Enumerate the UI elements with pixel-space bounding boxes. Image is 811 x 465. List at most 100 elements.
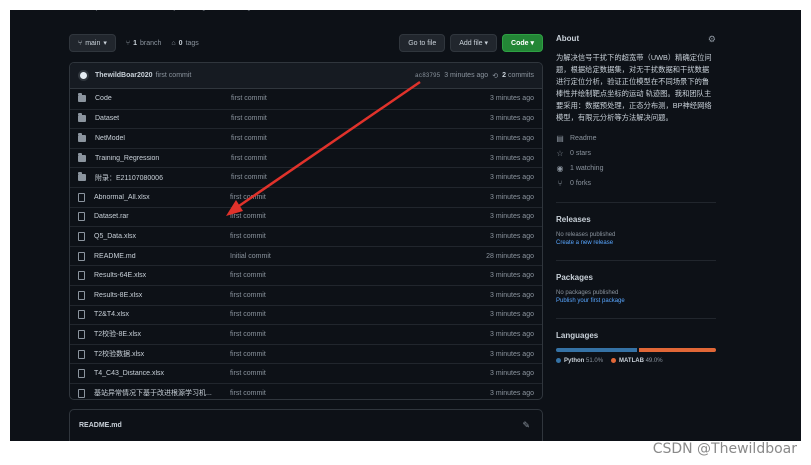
- sidebar: About ⚙ 为解决信号干扰下的超宽带（UWB）精确定位问题，根据给定数据集，…: [556, 34, 716, 364]
- latest-commit-bar: ThewildBoar2020 first commit ac83795 3 m…: [70, 63, 542, 89]
- file-commit-time: 3 minutes ago: [490, 154, 534, 162]
- nav-tab[interactable]: Projects: [85, 10, 110, 16]
- file-name[interactable]: T4_C43_Distance.xlsx: [94, 370, 230, 377]
- file-commit-message[interactable]: first commit: [230, 311, 474, 318]
- readme-link-label: Readme: [570, 135, 597, 142]
- file-commit-message[interactable]: first commit: [231, 115, 474, 122]
- divider: [556, 318, 716, 319]
- nav-tab[interactable]: Actions: [48, 10, 71, 16]
- file-commit-message[interactable]: Initial commit: [230, 253, 474, 260]
- readme-title[interactable]: README.md: [79, 422, 122, 429]
- publish-package-link[interactable]: Publish your first package: [556, 298, 716, 304]
- file-row[interactable]: Dataset first commit 3 minutes ago: [70, 108, 542, 129]
- branches-label: branch: [140, 39, 162, 47]
- file-commit-message[interactable]: first commit: [230, 233, 474, 240]
- file-name[interactable]: T2校验-8E.xlsx: [94, 329, 230, 339]
- language-percent: 49.0%: [645, 358, 663, 365]
- language-name: MATLAB: [619, 358, 644, 365]
- create-release-link[interactable]: Create a new release: [556, 240, 716, 246]
- add-file-button[interactable]: Add file ▾: [450, 34, 498, 52]
- file-row[interactable]: Code first commit 3 minutes ago: [70, 89, 542, 109]
- commit-author[interactable]: ThewildBoar2020: [95, 72, 153, 79]
- forks-link[interactable]: ⑂ 0 forks: [556, 179, 716, 188]
- stars-link[interactable]: ☆ 0 stars: [556, 149, 716, 158]
- file-row[interactable]: Dataset.rar first commit 3 minutes ago: [70, 206, 542, 227]
- file-icon: [78, 192, 85, 202]
- avatar[interactable]: [78, 70, 89, 81]
- branch-bar: ⑂ main ▾ ⑂ 1 branch ⌂ 0 tags Go to file …: [69, 34, 543, 52]
- tags-link[interactable]: ⌂ 0 tags: [171, 40, 198, 47]
- commit-message[interactable]: first commit: [156, 72, 192, 79]
- packages-heading[interactable]: Packages: [556, 273, 716, 282]
- file-name[interactable]: T2校验数据.xlsx: [94, 349, 230, 359]
- nav-tab[interactable]: Security: [152, 10, 177, 16]
- file-row[interactable]: README.md Initial commit 28 minutes ago: [70, 245, 542, 266]
- branches-link[interactable]: ⑂ 1 branch: [126, 40, 162, 47]
- file-commit-message[interactable]: first commit: [231, 135, 474, 142]
- code-button[interactable]: Code ▾: [502, 34, 543, 52]
- file-row[interactable]: Training_Regression first commit 3 minutes…: [70, 147, 542, 168]
- file-commit-message[interactable]: first commit: [231, 95, 474, 102]
- file-commit-message[interactable]: first commit: [230, 390, 474, 397]
- nav-tab[interactable]: Wiki: [125, 10, 138, 16]
- file-name[interactable]: 基站异常情况下基于改进根源学习机...: [94, 388, 230, 398]
- branch-selector-button[interactable]: ⑂ main ▾: [69, 34, 116, 52]
- file-list: ThewildBoar2020 first commit ac83795 3 m…: [69, 62, 543, 400]
- file-name[interactable]: T2&T4.xlsx: [94, 311, 230, 318]
- watching-link[interactable]: ◉ 1 watching: [556, 164, 716, 173]
- file-name[interactable]: 附录：E21107080006: [95, 173, 231, 183]
- releases-heading[interactable]: Releases: [556, 215, 716, 224]
- file-name[interactable]: Training_Regression: [95, 155, 231, 162]
- file-commit-message[interactable]: first commit: [230, 213, 474, 220]
- file-row[interactable]: Abnormal_All.xlsx first commit 3 minutes a…: [70, 186, 542, 207]
- file-name[interactable]: NetModel: [95, 135, 231, 142]
- file-commit-time: 3 minutes ago: [490, 389, 534, 397]
- language-item[interactable]: MATLAB 49.0%: [611, 358, 663, 364]
- readme-link[interactable]: ▤ Readme: [556, 134, 716, 143]
- go-to-file-button[interactable]: Go to file: [399, 34, 446, 52]
- file-row[interactable]: NetModel first commit 3 minutes ago: [70, 128, 542, 148]
- file-name[interactable]: Abnormal_All.xlsx: [94, 194, 230, 201]
- file-name[interactable]: Code: [95, 95, 231, 102]
- file-commit-message[interactable]: first commit: [230, 351, 474, 358]
- file-row[interactable]: T2校验数据.xlsx first commit 3 minutes ago: [70, 343, 542, 364]
- file-row[interactable]: Results-8E.xlsx first commit 3 minutes ago: [70, 284, 542, 305]
- nav-tab[interactable]: Issues: [14, 10, 34, 16]
- commits-link[interactable]: 2 commits: [502, 72, 534, 79]
- file-commit-message[interactable]: first commit: [231, 174, 474, 181]
- file-row[interactable]: Results-64E.xlsx first commit 3 minutes ag…: [70, 265, 542, 285]
- no-releases-text: No releases published: [556, 232, 616, 238]
- nav-tab[interactable]: Settings: [229, 10, 254, 16]
- file-commit-message[interactable]: first commit: [231, 155, 474, 162]
- watching-label: 1 watching: [570, 165, 604, 172]
- file-name[interactable]: Dataset.rar: [94, 213, 230, 220]
- tags-label: tags: [185, 39, 199, 47]
- file-row[interactable]: 附录：E21107080006 first commit 3 minutes ago: [70, 167, 542, 187]
- file-row[interactable]: T2校验-8E.xlsx first commit 3 minutes ago: [70, 324, 542, 344]
- file-commit-message[interactable]: first commit: [230, 370, 474, 377]
- file-commit-time: 3 minutes ago: [490, 95, 534, 103]
- file-name[interactable]: README.md: [94, 253, 230, 260]
- file-commit-message[interactable]: first commit: [230, 194, 474, 201]
- file-commit-time: 3 minutes ago: [490, 291, 534, 299]
- file-name[interactable]: Results-8E.xlsx: [94, 292, 230, 299]
- file-name[interactable]: Q5_Data.xlsx: [94, 233, 230, 240]
- nav-tab[interactable]: Insights: [191, 10, 215, 16]
- file-row[interactable]: T2&T4.xlsx first commit 3 minutes ago: [70, 304, 542, 325]
- pencil-icon[interactable]: ✎: [522, 420, 530, 431]
- commits-count: 2: [502, 72, 506, 79]
- file-commit-message[interactable]: first commit: [230, 331, 474, 338]
- file-row[interactable]: Q5_Data.xlsx first commit 3 minutes ago: [70, 226, 542, 246]
- file-row[interactable]: T4_C43_Distance.xlsx first commit 3 minute…: [70, 363, 542, 383]
- file-commit-message[interactable]: first commit: [230, 272, 474, 279]
- file-commit-message[interactable]: first commit: [230, 292, 474, 299]
- chevron-down-icon: ▾: [103, 40, 107, 47]
- language-item[interactable]: Python 51.0%: [556, 358, 603, 364]
- file-name[interactable]: Dataset: [95, 115, 231, 122]
- file-name[interactable]: Results-64E.xlsx: [94, 272, 230, 279]
- commit-hash[interactable]: ac83795: [415, 72, 440, 79]
- gear-icon[interactable]: ⚙: [708, 34, 716, 45]
- file-commit-time: 3 minutes ago: [490, 311, 534, 319]
- branches-count: 1: [133, 39, 138, 47]
- file-row[interactable]: 基站异常情况下基于改进根源学习机... first commit 3 minutes…: [70, 382, 542, 399]
